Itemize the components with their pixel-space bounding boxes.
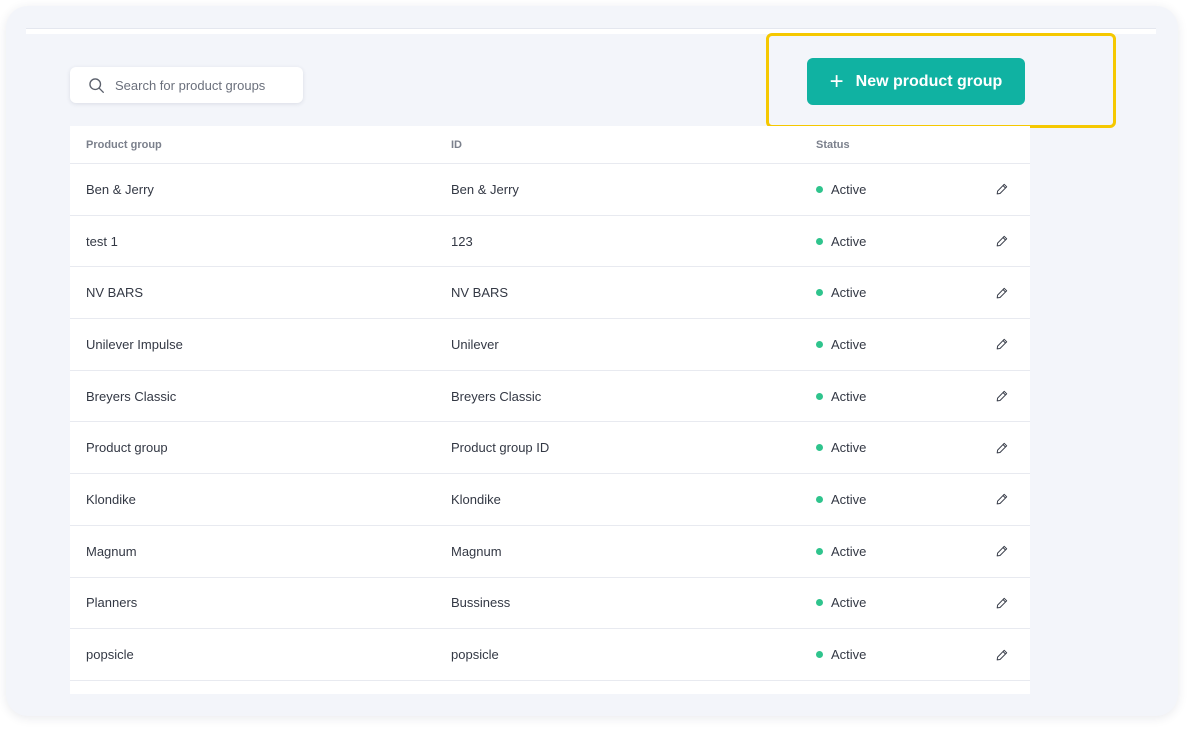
column-header-status: Status — [816, 138, 850, 151]
id-cell: 123 — [451, 233, 473, 249]
search-icon — [89, 77, 104, 93]
pencil-icon[interactable] — [996, 493, 1008, 505]
status-cell: Active — [800, 595, 965, 610]
status-label: Active — [831, 336, 867, 352]
id-cell: Product group ID — [451, 440, 550, 456]
status-cell: Active — [800, 647, 965, 662]
pencil-icon[interactable] — [996, 545, 1008, 557]
table-row[interactable]: Planners Bussiness Active — [70, 578, 1030, 630]
actions-cell — [965, 338, 1030, 350]
product-group-cell: NV BARS — [86, 285, 144, 301]
actions-cell — [965, 183, 1030, 195]
id-cell: Bussiness — [451, 595, 511, 611]
pencil-icon[interactable] — [996, 183, 1008, 195]
id-cell: Ben & Jerry — [451, 181, 519, 197]
status-dot-icon — [816, 340, 823, 348]
pencil-icon[interactable] — [996, 287, 1008, 299]
status-label: Active — [831, 440, 867, 456]
product-group-cell: Planners — [86, 595, 138, 611]
product-group-cell: Product group — [86, 440, 168, 456]
status-cell: Active — [800, 389, 965, 404]
table-body: Ben & Jerry Ben & Jerry Active test 1 12… — [70, 164, 1030, 681]
actions-cell — [965, 493, 1030, 505]
search-box[interactable] — [70, 67, 303, 103]
status-dot-icon — [816, 392, 823, 400]
status-dot-icon — [816, 237, 823, 245]
table-row[interactable]: Unilever Impulse Unilever Active — [70, 319, 1030, 371]
app-frame: + New product group Product group ID Sta… — [6, 6, 1178, 716]
status-dot-icon — [816, 599, 823, 607]
status-dot-icon — [816, 185, 823, 193]
status-dot-icon — [816, 547, 823, 555]
pencil-icon[interactable] — [996, 442, 1008, 454]
id-cell: Klondike — [451, 491, 501, 507]
id-cell: Magnum — [451, 543, 502, 559]
status-label: Active — [831, 181, 867, 197]
table-row[interactable]: Product group Product group ID Active — [70, 422, 1030, 475]
actions-cell — [965, 597, 1030, 609]
status-cell: Active — [800, 285, 965, 300]
status-cell: Active — [800, 544, 965, 559]
pencil-icon[interactable] — [996, 597, 1008, 609]
table-row[interactable]: test 1 123 Active — [70, 216, 1030, 268]
status-label: Active — [831, 388, 867, 404]
product-group-cell: popsicle — [86, 647, 134, 663]
product-group-cell: Ben & Jerry — [86, 181, 154, 197]
status-dot-icon — [816, 495, 823, 503]
pencil-icon[interactable] — [996, 649, 1008, 661]
status-label: Active — [831, 647, 867, 663]
id-cell: popsicle — [451, 647, 499, 663]
column-header-id: ID — [451, 138, 462, 151]
product-group-cell: Magnum — [86, 543, 137, 559]
id-cell: Breyers Classic — [451, 388, 542, 404]
id-cell: Unilever — [451, 336, 499, 352]
table-row[interactable]: Magnum Magnum Active — [70, 526, 1030, 578]
actions-cell — [965, 235, 1030, 247]
actions-cell — [965, 545, 1030, 557]
status-cell: Active — [800, 234, 965, 249]
new-product-group-button[interactable]: + New product group — [807, 58, 1025, 105]
product-group-cell: Unilever Impulse — [86, 336, 183, 352]
table-row[interactable]: Breyers Classic Breyers Classic Active — [70, 371, 1030, 423]
status-label: Active — [831, 233, 867, 249]
pencil-icon[interactable] — [996, 235, 1008, 247]
table-header: Product group ID Status — [70, 126, 1030, 164]
status-cell: Active — [800, 440, 965, 455]
product-groups-table: Product group ID Status Ben & Jerry Ben … — [70, 126, 1030, 694]
id-cell: NV BARS — [451, 285, 509, 301]
table-row[interactable]: Ben & Jerry Ben & Jerry Active — [70, 164, 1030, 216]
status-cell: Active — [800, 337, 965, 352]
table-row[interactable]: Klondike Klondike Active — [70, 474, 1030, 526]
search-input[interactable] — [115, 77, 295, 93]
product-group-cell: test 1 — [86, 233, 118, 249]
actions-cell — [965, 390, 1030, 402]
new-product-group-label: New product group — [855, 72, 1003, 90]
actions-cell — [965, 442, 1030, 454]
pencil-icon[interactable] — [996, 390, 1008, 402]
status-cell: Active — [800, 492, 965, 507]
table-row[interactable]: popsicle popsicle Active — [70, 629, 1030, 681]
table-row[interactable]: NV BARS NV BARS Active — [70, 267, 1030, 320]
status-label: Active — [831, 543, 867, 559]
status-dot-icon — [816, 444, 823, 452]
status-dot-icon — [816, 651, 823, 659]
status-label: Active — [831, 491, 867, 507]
status-cell: Active — [800, 182, 965, 197]
plus-icon: + — [829, 67, 844, 95]
actions-cell — [965, 287, 1030, 299]
product-group-cell: Klondike — [86, 491, 136, 507]
actions-cell — [965, 649, 1030, 661]
status-dot-icon — [816, 289, 823, 297]
status-label: Active — [831, 285, 867, 301]
product-group-cell: Breyers Classic — [86, 388, 177, 404]
pencil-icon[interactable] — [996, 338, 1008, 350]
status-label: Active — [831, 595, 867, 611]
column-header-product-group: Product group — [86, 138, 162, 151]
